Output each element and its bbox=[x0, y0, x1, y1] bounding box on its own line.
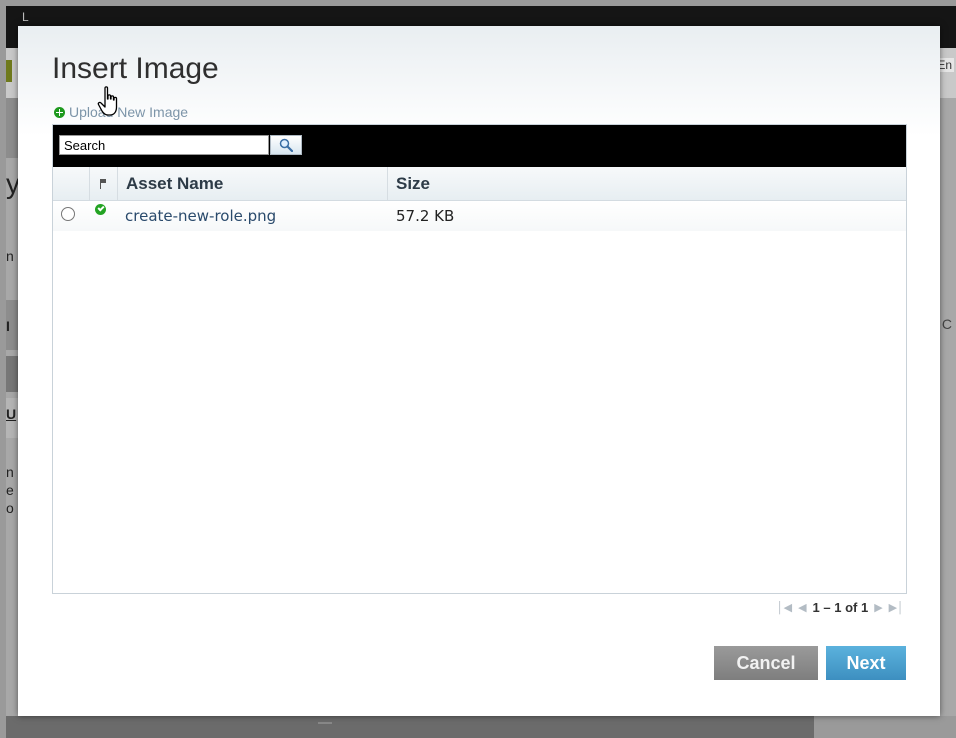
background-left-char: U bbox=[6, 406, 17, 422]
pagination: │◀ ◀ 1 – 1 of 1 ▶ ▶│ bbox=[777, 600, 904, 615]
asset-size-cell: 57.2 KB bbox=[396, 207, 455, 225]
grid-body: create-new-role.png 57.2 KB bbox=[53, 201, 906, 591]
next-button[interactable]: Next bbox=[826, 646, 906, 680]
background-corner-mark: L bbox=[22, 10, 29, 24]
grid-header: Asset Name Size bbox=[53, 167, 906, 201]
select-column-header bbox=[53, 167, 89, 200]
asset-name-column-header[interactable]: Asset Name bbox=[117, 167, 387, 200]
check-icon bbox=[95, 204, 106, 215]
next-page-icon[interactable]: ▶ bbox=[874, 601, 882, 614]
background-left-char: n bbox=[6, 248, 14, 264]
background-left-char: n bbox=[6, 464, 14, 480]
add-circle-icon bbox=[54, 106, 65, 118]
prev-page-icon[interactable]: ◀ bbox=[798, 601, 806, 614]
pagination-label: 1 – 1 of 1 bbox=[812, 600, 869, 615]
row-select-radio[interactable] bbox=[61, 207, 75, 221]
resize-grip bbox=[318, 722, 332, 724]
insert-image-dialog: Insert Image Upload New Image Asset Name… bbox=[18, 26, 940, 716]
first-page-icon[interactable]: │◀ bbox=[777, 601, 792, 614]
search-icon bbox=[279, 138, 293, 152]
asset-name-cell: create-new-role.png bbox=[125, 207, 277, 225]
asset-grid: Asset Name Size create-new-role.png 57.2… bbox=[52, 124, 907, 594]
hand-cursor-icon bbox=[97, 86, 118, 116]
search-button[interactable] bbox=[270, 135, 302, 155]
table-row[interactable]: create-new-role.png 57.2 KB bbox=[53, 201, 906, 231]
background-left-char: o bbox=[6, 500, 14, 516]
flag-icon bbox=[99, 178, 108, 189]
background-nav-accent bbox=[6, 60, 12, 82]
upload-link-label: Upload New Image bbox=[69, 104, 189, 120]
background-left-char: e bbox=[6, 482, 14, 498]
cancel-button[interactable]: Cancel bbox=[714, 646, 818, 680]
flag-column-header[interactable] bbox=[89, 167, 117, 200]
dialog-title: Insert Image bbox=[52, 52, 219, 85]
last-page-icon[interactable]: ▶│ bbox=[889, 601, 904, 614]
background-left-char: I bbox=[6, 318, 10, 334]
search-input[interactable] bbox=[59, 135, 269, 155]
background-bottom-bar bbox=[6, 716, 814, 738]
grid-toolbar bbox=[53, 125, 906, 167]
size-column-header[interactable]: Size bbox=[387, 167, 906, 200]
background-right-char: C bbox=[941, 316, 952, 332]
